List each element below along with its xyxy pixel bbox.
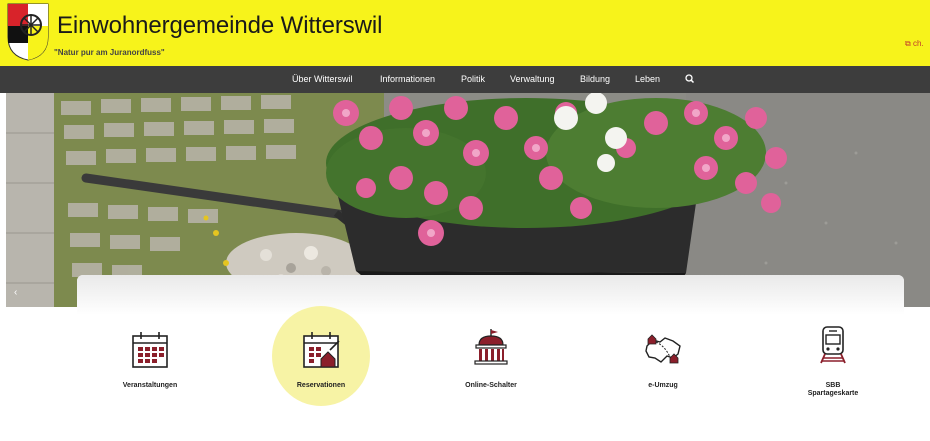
calendar-house-icon [303, 332, 340, 368]
site-header: Einwohnergemeinde Witterswil "Natur pur … [0, 0, 930, 66]
main-navigation: Über Witterswil Informationen Politik Ve… [0, 66, 930, 93]
chevron-left-icon[interactable]: ‹ [14, 287, 17, 298]
building-icon [474, 329, 508, 365]
tile-label: Online-Schalter [465, 382, 517, 389]
nav-item-bildung[interactable]: Bildung [580, 74, 610, 84]
nav-item-informationen[interactable]: Informationen [380, 74, 435, 84]
tile-label: Reservationen [296, 382, 346, 389]
nav-item-ueber-witterswil[interactable]: Über Witterswil [292, 74, 353, 84]
tile-label: SBB Spartageskarte [807, 382, 859, 397]
site-title[interactable]: Einwohnergemeinde Witterswil [57, 12, 382, 40]
tile-label: e-Umzug [648, 382, 678, 389]
tile-online-schalter[interactable]: Online-Schalter [436, 327, 546, 391]
external-link-label[interactable]: ch. [913, 39, 924, 48]
nav-item-verwaltung[interactable]: Verwaltung [510, 74, 555, 84]
search-icon[interactable] [683, 72, 697, 86]
calendar-icon [132, 332, 168, 368]
tile-sbb-spartageskarte[interactable]: SBB Spartageskarte [778, 325, 888, 397]
nav-item-leben[interactable]: Leben [635, 74, 660, 84]
train-icon [820, 326, 846, 364]
tile-reservationen[interactable]: Reservationen [266, 330, 376, 394]
tile-e-umzug[interactable]: e-Umzug [608, 330, 718, 394]
tile-veranstaltungen[interactable]: Veranstaltungen [95, 330, 205, 394]
site-tagline: "Natur pur am Juranordfuss" [54, 48, 165, 57]
coat-of-arms-icon[interactable] [7, 3, 49, 61]
tile-label: Veranstaltungen [122, 382, 178, 389]
panel-top-fade [77, 275, 904, 315]
external-link[interactable]: ⧉ ch. [905, 39, 924, 49]
nav-item-politik[interactable]: Politik [461, 74, 485, 84]
switzerland-map-icon [645, 334, 681, 364]
